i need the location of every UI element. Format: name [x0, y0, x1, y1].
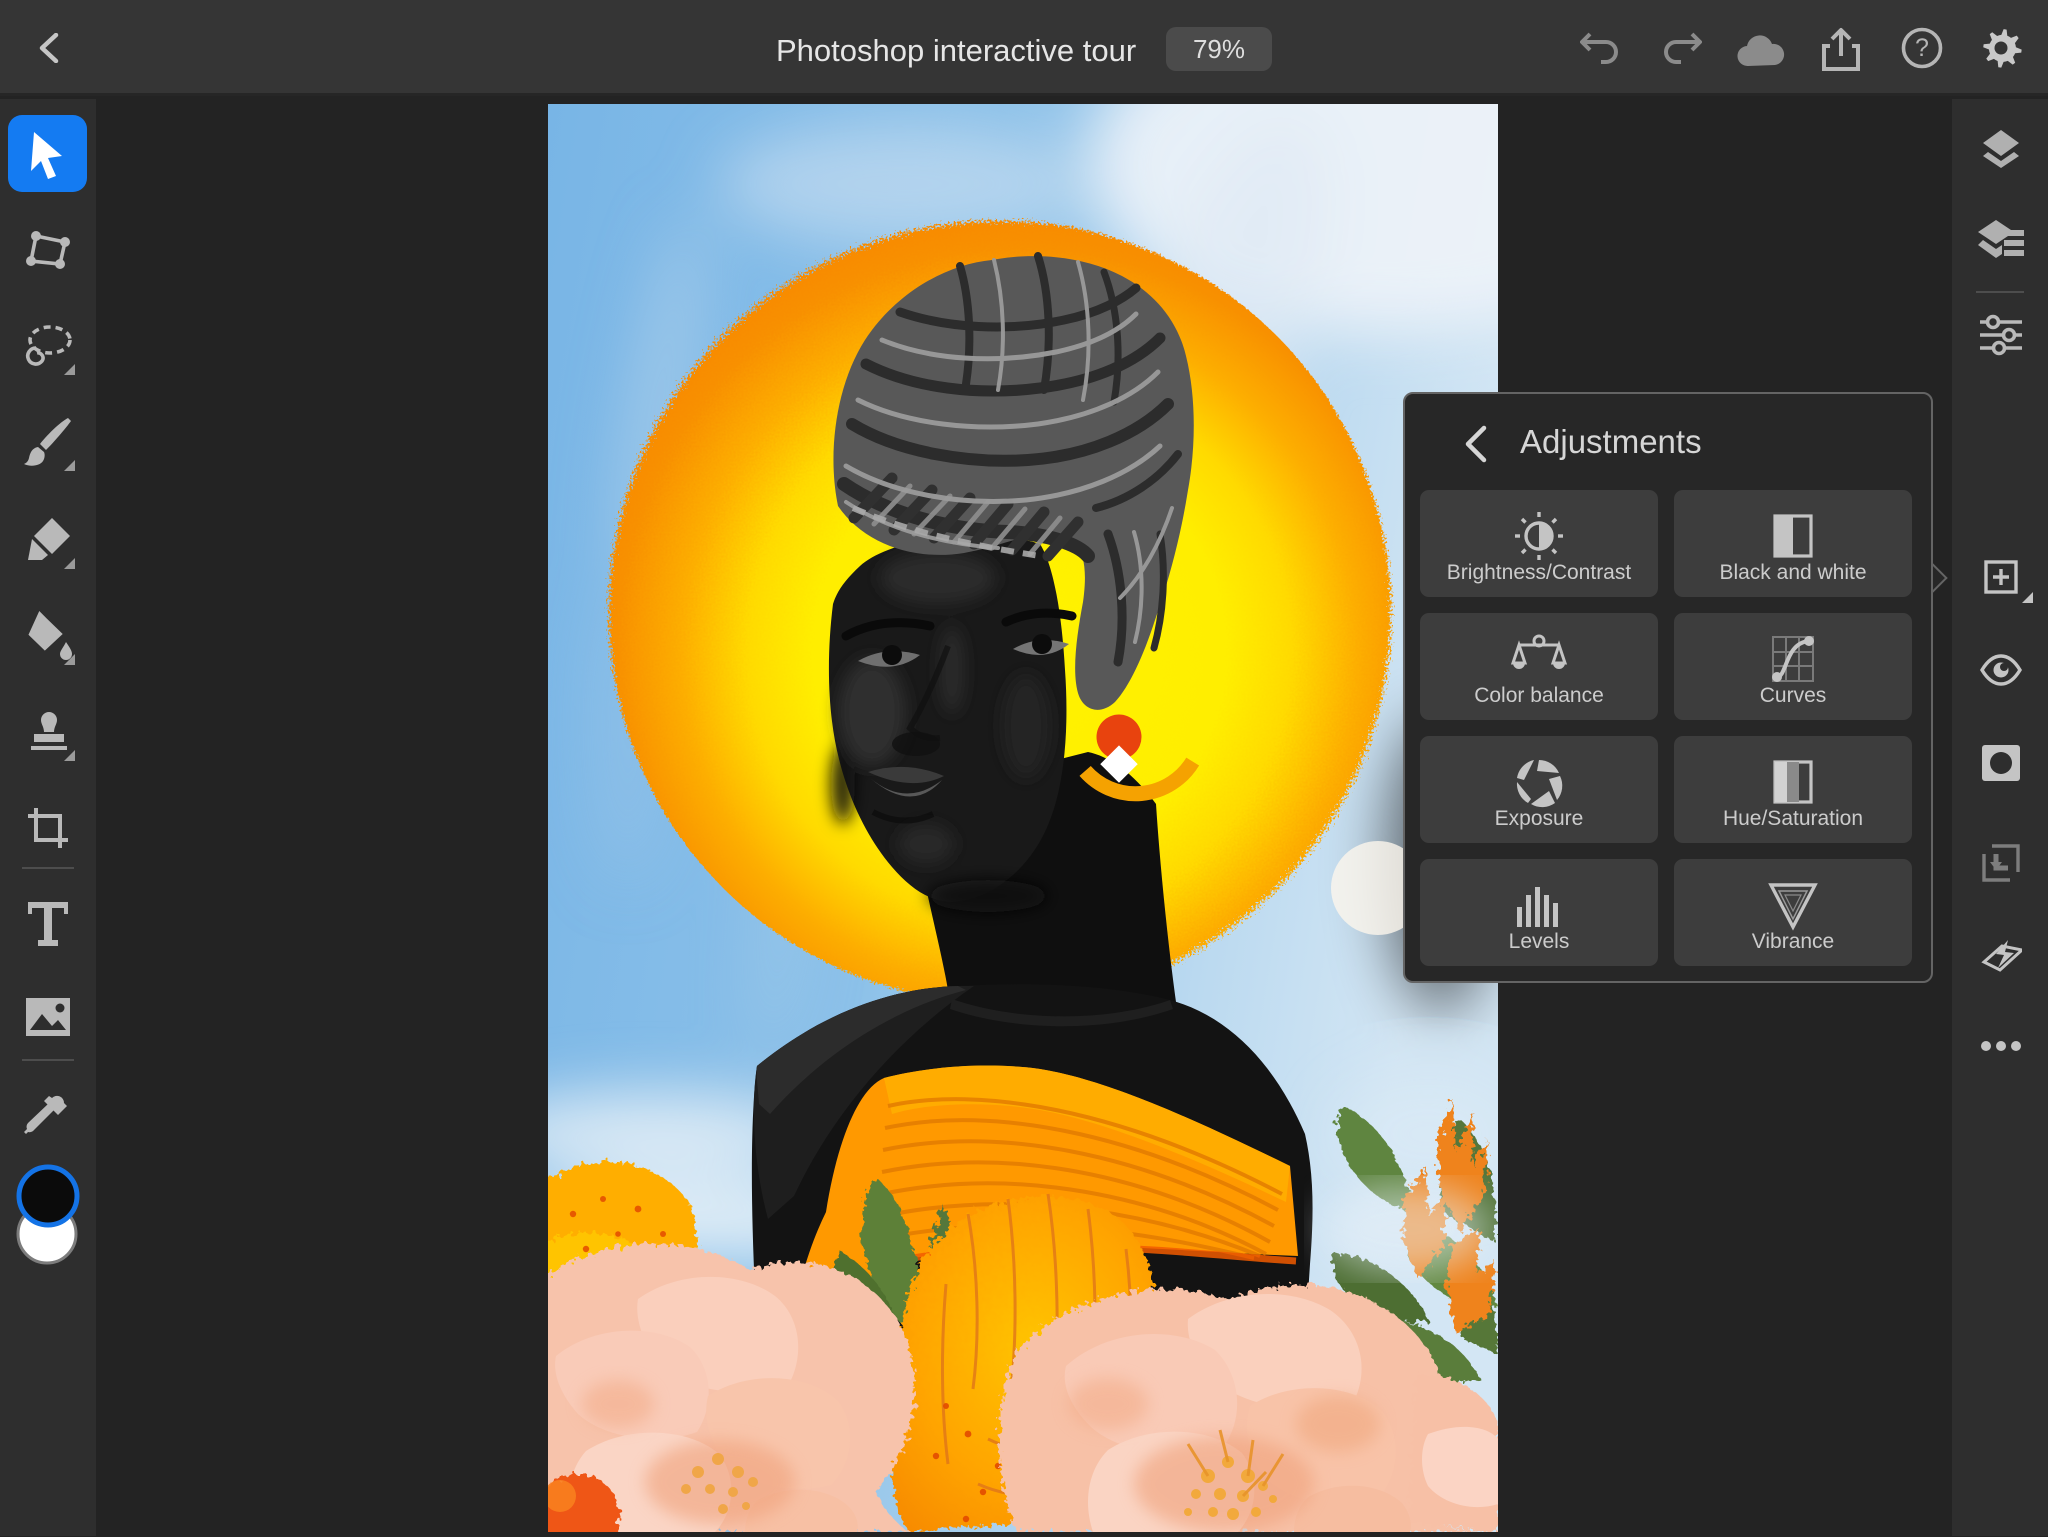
svg-text:?: ?: [1915, 34, 1929, 62]
